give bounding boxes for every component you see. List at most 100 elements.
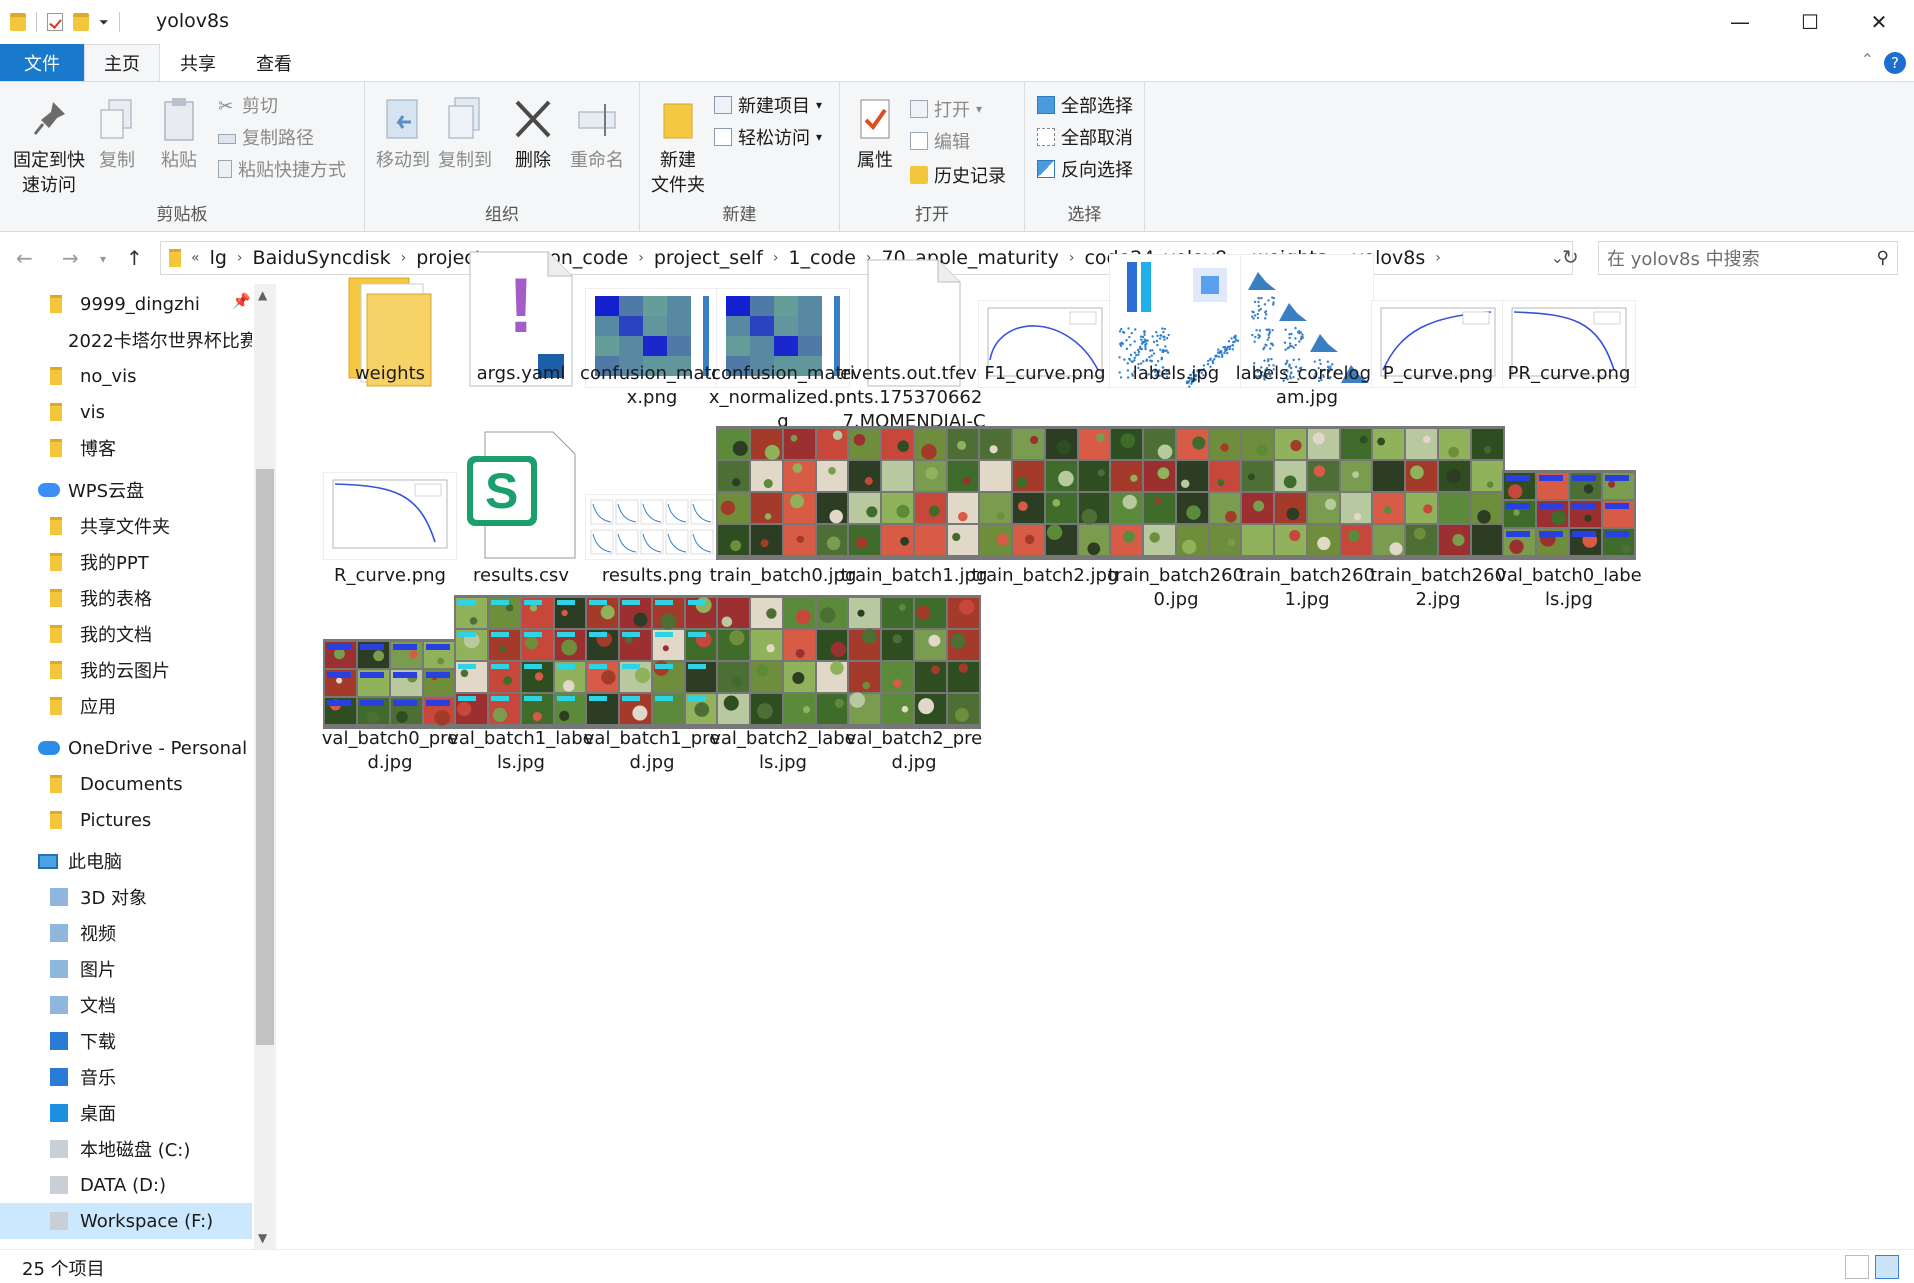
pin-quick-access-button[interactable]: 固定到快 速访问	[10, 96, 88, 198]
sidebar-item[interactable]: DATA (D:)	[0, 1167, 252, 1203]
new-folder-button[interactable]: 新建 文件夹	[648, 96, 708, 198]
tab-home[interactable]: 主页	[84, 44, 160, 82]
folder-icon	[10, 13, 26, 31]
breadcrumb-item[interactable]: lg	[210, 247, 227, 269]
cut-button[interactable]: ✂ 剪切	[218, 92, 278, 118]
properties-button[interactable]: 属性	[850, 96, 900, 173]
details-view-icon[interactable]	[1845, 1255, 1869, 1279]
tab-view[interactable]: 查看	[236, 44, 312, 82]
help-icon[interactable]: ?	[1884, 52, 1906, 74]
sidebar-item[interactable]: Pictures	[0, 802, 252, 838]
file-name: labels_correlogram.jpg	[1235, 363, 1379, 408]
copy-path-button[interactable]: 复制路径	[218, 124, 314, 150]
sidebar-item[interactable]: 应用	[0, 688, 252, 724]
select-none-button[interactable]: 全部取消	[1037, 124, 1133, 150]
sidebar-item[interactable]: 桌面	[0, 1095, 252, 1131]
folder-icon	[50, 439, 62, 457]
sidebar-item[interactable]: no_vis	[0, 358, 252, 394]
sidebar-item[interactable]: 博客	[0, 430, 252, 466]
sidebar-item[interactable]: 文档	[0, 987, 252, 1023]
select-all-button[interactable]: 全部选择	[1037, 92, 1133, 118]
clipboard-group-label: 剪贴板	[156, 205, 208, 225]
easy-access-icon	[714, 128, 732, 146]
new-item-button[interactable]: 新建项目 ▾	[714, 92, 822, 118]
sidebar-item[interactable]: 我的PPT	[0, 544, 252, 580]
sidebar-item[interactable]: 本地磁盘 (C:)	[0, 1131, 252, 1167]
maximize-button[interactable]: ☐	[1775, 0, 1845, 44]
invert-selection-button[interactable]: 反向选择	[1037, 156, 1133, 182]
copy-button[interactable]: 复制	[92, 96, 142, 173]
properties-icon[interactable]	[47, 13, 63, 31]
easy-access-label: 轻松访问	[738, 128, 810, 149]
navigation-scrollbar[interactable]: ▲ ▼	[254, 284, 276, 1249]
sidebar-item[interactable]: 音乐	[0, 1059, 252, 1095]
easy-access-button[interactable]: 轻松访问 ▾	[714, 124, 822, 150]
file-thumbnail	[708, 410, 858, 560]
sidebar-item[interactable]: 下载	[0, 1023, 252, 1059]
title-bar: ⏷ yolov8s — ☐ ✕	[0, 0, 1914, 44]
sidebar-item[interactable]: 我的云图片	[0, 652, 252, 688]
copy-icon	[95, 96, 139, 144]
pin-icon	[27, 96, 71, 144]
overflow-chevron-icon[interactable]: «	[191, 250, 200, 266]
sidebar-item[interactable]: 共享文件夹	[0, 508, 252, 544]
sidebar-item-label: 2022卡塔尔世界杯比赛	[68, 331, 252, 352]
rename-label: 重命名	[570, 150, 624, 171]
collapse-ribbon-icon[interactable]: ⌃	[1861, 50, 1874, 69]
sidebar-item[interactable]: 2022卡塔尔世界杯比赛	[0, 322, 252, 358]
move-to-button[interactable]: 移动到	[373, 96, 433, 173]
large-icons-view-icon[interactable]	[1875, 1255, 1899, 1279]
sidebar-item[interactable]: Workspace (F:)	[0, 1203, 252, 1239]
tab-share[interactable]: 共享	[160, 44, 236, 82]
delete-button[interactable]: 删除	[509, 96, 557, 173]
sidebar-item[interactable]: Documents	[0, 766, 252, 802]
file-name: train_batch2.jpg	[971, 565, 1119, 586]
edit-icon	[910, 132, 928, 150]
select-all-icon	[1037, 96, 1055, 114]
open-button[interactable]: 打开 ▾	[910, 96, 982, 122]
sidebar-item[interactable]: OneDrive - Personal	[0, 730, 252, 766]
sidebar-item[interactable]: 图片	[0, 951, 252, 987]
sidebar-item[interactable]: 此电脑	[0, 843, 252, 879]
paste-button[interactable]: 粘贴	[154, 96, 204, 173]
properties-icon	[853, 96, 897, 144]
scroll-up-icon[interactable]: ▲	[258, 288, 267, 302]
sidebar-item-label: 共享文件夹	[80, 517, 170, 538]
sidebar-item[interactable]: 3D 对象	[0, 879, 252, 915]
paste-shortcut-button[interactable]: 粘贴快捷方式	[218, 156, 346, 182]
sidebar-item[interactable]: vis	[0, 394, 252, 430]
tab-file[interactable]: 文件	[0, 44, 84, 82]
new-folder-icon[interactable]	[73, 13, 89, 31]
minimize-button[interactable]: —	[1705, 0, 1775, 44]
scroll-down-icon[interactable]: ▼	[258, 1231, 267, 1245]
recent-locations-dropdown[interactable]: ▾	[100, 252, 106, 266]
file-name: args.yaml	[476, 363, 566, 384]
sidebar-item[interactable]: 9999_dingzhi	[0, 286, 252, 322]
cloud-icon	[38, 483, 60, 497]
sidebar-item-label: 视频	[80, 924, 116, 945]
rename-button[interactable]: 重命名	[567, 96, 627, 173]
scrollbar-thumb[interactable]	[256, 469, 274, 1045]
sidebar-item[interactable]: WPS云盘	[0, 472, 252, 508]
organize-group: 移动到 复制到 删除 重命名 组织	[365, 82, 640, 231]
breadcrumb-chevron-icon[interactable]: ›	[237, 250, 243, 266]
chevron-down-icon: ▾	[816, 98, 823, 112]
paste-shortcut-label: 粘贴快捷方式	[238, 160, 346, 181]
sidebar-item[interactable]: 视频	[0, 915, 252, 951]
file-name: val_batch0_labels.jpg	[1496, 565, 1642, 610]
close-button[interactable]: ✕	[1844, 0, 1914, 44]
file-name: val_batch1_pred.jpg	[583, 728, 721, 773]
sidebar-item[interactable]: 我的文档	[0, 616, 252, 652]
sidebar-item[interactable]: 我的表格	[0, 580, 252, 616]
forward-arrow-icon[interactable]: →	[62, 246, 79, 270]
copy-to-icon	[443, 96, 487, 144]
copy-to-button[interactable]: 复制到	[435, 96, 495, 173]
customize-toolbar-dropdown[interactable]: ⏷	[99, 15, 109, 30]
back-arrow-icon[interactable]: ←	[16, 246, 33, 270]
history-button[interactable]: 历史记录	[910, 162, 1006, 188]
up-arrow-icon[interactable]: ↑	[126, 246, 143, 270]
clipboard-group: 固定到快 速访问 复制 粘贴 ✂ 剪切 复制路径 粘贴快捷方式 剪贴板	[0, 82, 365, 231]
edit-button[interactable]: 编辑	[910, 128, 970, 154]
sidebar-item-label: no_vis	[80, 365, 137, 387]
open-group-label: 打开	[915, 205, 949, 225]
